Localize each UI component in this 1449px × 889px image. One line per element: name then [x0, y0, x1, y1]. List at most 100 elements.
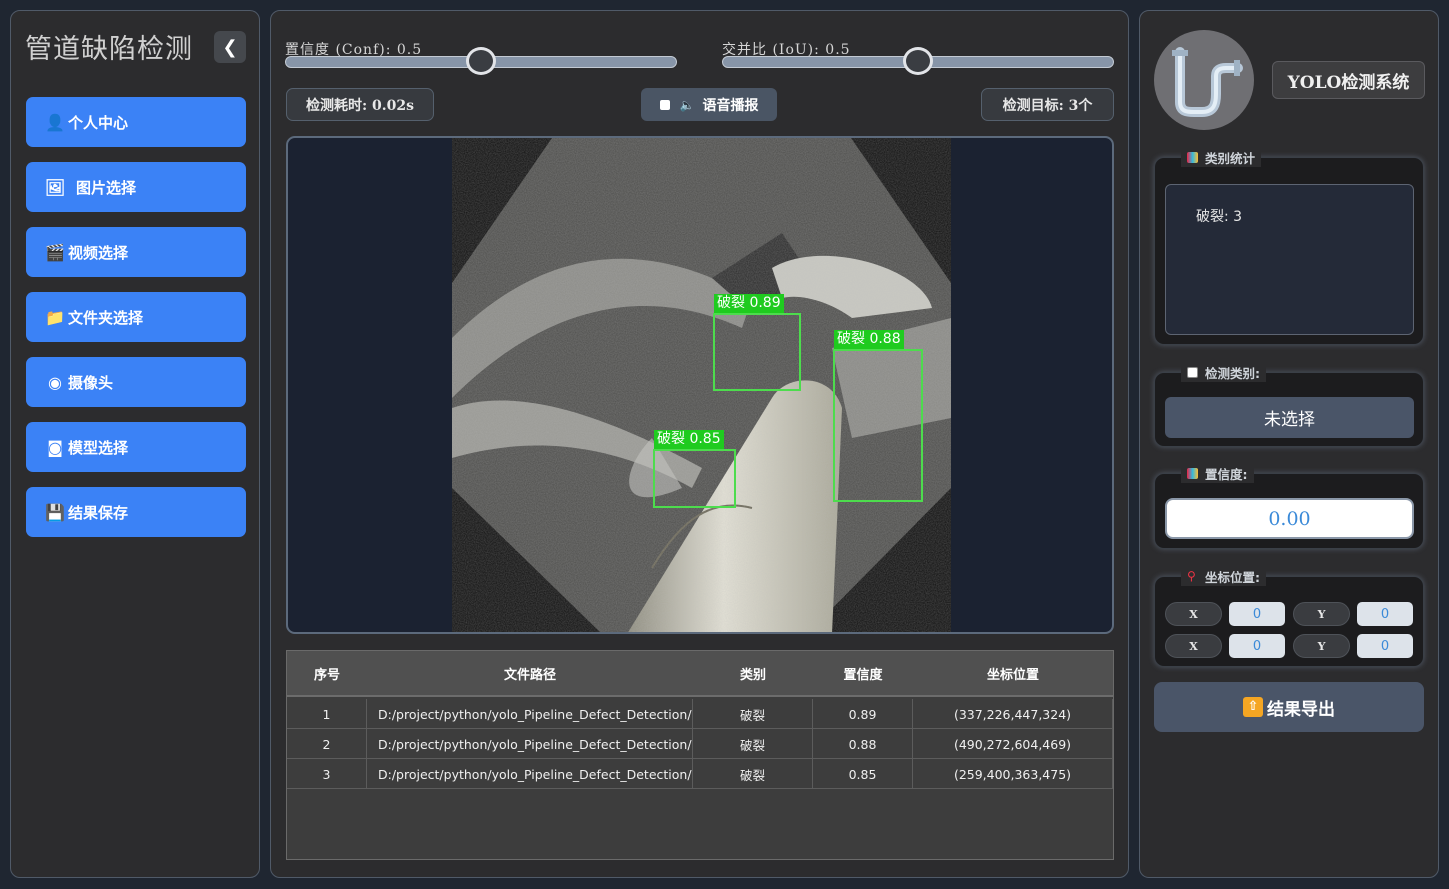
- nav-label: 结果保存: [68, 503, 129, 522]
- class-stats-group: 类别统计 破裂: 3: [1154, 148, 1424, 345]
- conf-slider-handle[interactable]: [466, 47, 496, 75]
- group-title-text: 检测类别:: [1205, 366, 1260, 381]
- detection-box: [713, 313, 801, 391]
- nav-label: 个人中心: [68, 113, 129, 132]
- cell-coords: (337,226,447,324): [913, 699, 1113, 729]
- coord-x1-label: X: [1165, 602, 1222, 626]
- coord-x2-value: 0: [1229, 634, 1285, 658]
- checkbox-icon: [1187, 367, 1198, 378]
- group-title-text: 坐标位置:: [1205, 570, 1260, 585]
- nav-save-results[interactable]: 💾 结果保存: [26, 487, 246, 537]
- right-panel: YOLO检测系统 类别统计 破裂: 3 检测类别: 未选择 置信度: 0.00 …: [1139, 10, 1439, 878]
- cell-class: 破裂: [693, 729, 813, 759]
- confidence-group: 置信度: 0.00: [1154, 464, 1424, 549]
- cell-path: D:/project/python/yolo_Pipeline_Defect_D…: [367, 729, 693, 759]
- pipe-icon: [1172, 47, 1243, 117]
- cell-index: 1: [287, 699, 367, 729]
- app-title: 管道缺陷检测: [25, 34, 193, 65]
- nav-model-select[interactable]: ◙ 模型选择: [26, 422, 246, 472]
- cell-confidence: 0.88: [813, 729, 913, 759]
- folder-icon: 📁: [45, 307, 65, 327]
- voice-broadcast-toggle[interactable]: 🔈 语音播报: [641, 88, 777, 121]
- cell-index: 3: [287, 759, 367, 789]
- confidence-title: 置信度:: [1181, 464, 1254, 483]
- stats-icon: [1187, 152, 1198, 163]
- stats-text: 破裂: 3: [1196, 209, 1243, 225]
- cell-coords: (259,400,363,475): [913, 759, 1113, 789]
- coord-x1-value: 0: [1229, 602, 1285, 626]
- model-icon: ◙: [47, 437, 63, 457]
- group-title-text: 置信度:: [1205, 467, 1248, 482]
- detect-class-group: 检测类别: 未选择: [1154, 363, 1424, 447]
- col-header-index[interactable]: 序号: [287, 651, 367, 697]
- speaker-icon: 🔈: [679, 97, 695, 112]
- main-panel: 置信度 (Conf): 0.5 交并比 (IoU): 0.5 检测耗时: 0.0…: [270, 10, 1129, 878]
- image-viewer: 破裂 0.89 破裂 0.88 破裂 0.85: [286, 136, 1114, 634]
- nav-label: 图片选择: [76, 178, 137, 197]
- left-sidebar: 管道缺陷检测 ❮ 👤 个人中心 🖼 图片选择 🎬 视频选择 📁 文件夹选择 ◉ 摄像头 ◙…: [10, 10, 260, 878]
- collapse-sidebar-button[interactable]: ❮: [214, 31, 246, 63]
- coords-title: ⚲ 坐标位置:: [1181, 567, 1266, 586]
- nav-video-select[interactable]: 🎬 视频选择: [26, 227, 246, 277]
- table-row[interactable]: 2 D:/project/python/yolo_Pipeline_Defect…: [287, 729, 1113, 759]
- cell-confidence: 0.89: [813, 699, 913, 729]
- col-header-class[interactable]: 类别: [693, 651, 813, 697]
- iou-slider-handle[interactable]: [903, 47, 933, 75]
- class-stats-box: 破裂: 3: [1165, 184, 1414, 335]
- cell-coords: (490,272,604,469): [913, 729, 1113, 759]
- detection-box: [833, 349, 923, 502]
- upload-icon: ⇧: [1243, 697, 1263, 717]
- nav-label: 视频选择: [68, 243, 129, 262]
- detect-class-select[interactable]: 未选择: [1165, 397, 1414, 438]
- cell-path: D:/project/python/yolo_Pipeline_Defect_D…: [367, 759, 693, 789]
- save-icon: 💾: [45, 502, 65, 522]
- table-row[interactable]: 1 D:/project/python/yolo_Pipeline_Defect…: [287, 699, 1113, 729]
- cell-confidence: 0.85: [813, 759, 913, 789]
- stats-icon: [1187, 468, 1198, 479]
- cell-index: 2: [287, 729, 367, 759]
- detect-target-chip: 检测目标: 3个: [981, 88, 1114, 121]
- detect-class-title: 检测类别:: [1181, 363, 1266, 382]
- coord-y1-value: 0: [1357, 602, 1413, 626]
- detect-time-chip: 检测耗时: 0.02s: [286, 88, 434, 121]
- cell-class: 破裂: [693, 759, 813, 789]
- user-icon: 👤: [45, 112, 65, 132]
- chevron-left-icon: ❮: [222, 36, 238, 58]
- nav-label: 摄像头: [68, 373, 114, 392]
- pipe-photo: 破裂 0.89 破裂 0.88 破裂 0.85: [452, 138, 951, 632]
- confidence-value: 0.00: [1165, 498, 1414, 539]
- col-header-coords[interactable]: 坐标位置: [913, 651, 1113, 697]
- col-header-confidence[interactable]: 置信度: [813, 651, 913, 697]
- pin-icon: ⚲: [1187, 569, 1196, 583]
- webcam-icon: ◉: [48, 372, 62, 392]
- logo: [1154, 30, 1254, 130]
- nav-personal-center[interactable]: 👤 个人中心: [26, 97, 246, 147]
- col-header-path[interactable]: 文件路径: [367, 651, 693, 697]
- results-table: 序号 文件路径 类别 置信度 坐标位置 1 D:/project/python/…: [286, 650, 1114, 860]
- cell-class: 破裂: [693, 699, 813, 729]
- detection-label: 破裂 0.88: [834, 330, 904, 349]
- export-results-button[interactable]: ⇧ 结果导出: [1154, 682, 1424, 732]
- detection-label: 破裂 0.85: [654, 430, 724, 449]
- group-title-text: 类别统计: [1205, 151, 1256, 166]
- class-stats-title: 类别统计: [1181, 148, 1262, 167]
- export-label: 结果导出: [1267, 699, 1335, 720]
- coord-y2-label: Y: [1293, 634, 1350, 658]
- checkbox-icon: [659, 99, 670, 110]
- nav-folder-select[interactable]: 📁 文件夹选择: [26, 292, 246, 342]
- coord-y2-value: 0: [1357, 634, 1413, 658]
- voice-label: 语音播报: [702, 97, 759, 114]
- nav-label: 文件夹选择: [68, 308, 144, 327]
- table-row[interactable]: 3 D:/project/python/yolo_Pipeline_Defect…: [287, 759, 1113, 789]
- system-title: YOLO检测系统: [1272, 61, 1425, 99]
- nav-image-select[interactable]: 🖼 图片选择: [26, 162, 246, 212]
- coord-y1-label: Y: [1293, 602, 1350, 626]
- clapper-icon: 🎬: [45, 242, 65, 262]
- coord-x2-label: X: [1165, 634, 1222, 658]
- nav-camera[interactable]: ◉ 摄像头: [26, 357, 246, 407]
- detection-label: 破裂 0.89: [714, 294, 784, 313]
- detection-box: [653, 449, 736, 508]
- nav-label: 模型选择: [68, 438, 129, 457]
- cell-path: D:/project/python/yolo_Pipeline_Defect_D…: [367, 699, 693, 729]
- coords-group: ⚲ 坐标位置: X 0 Y 0 X 0 Y 0: [1154, 567, 1424, 667]
